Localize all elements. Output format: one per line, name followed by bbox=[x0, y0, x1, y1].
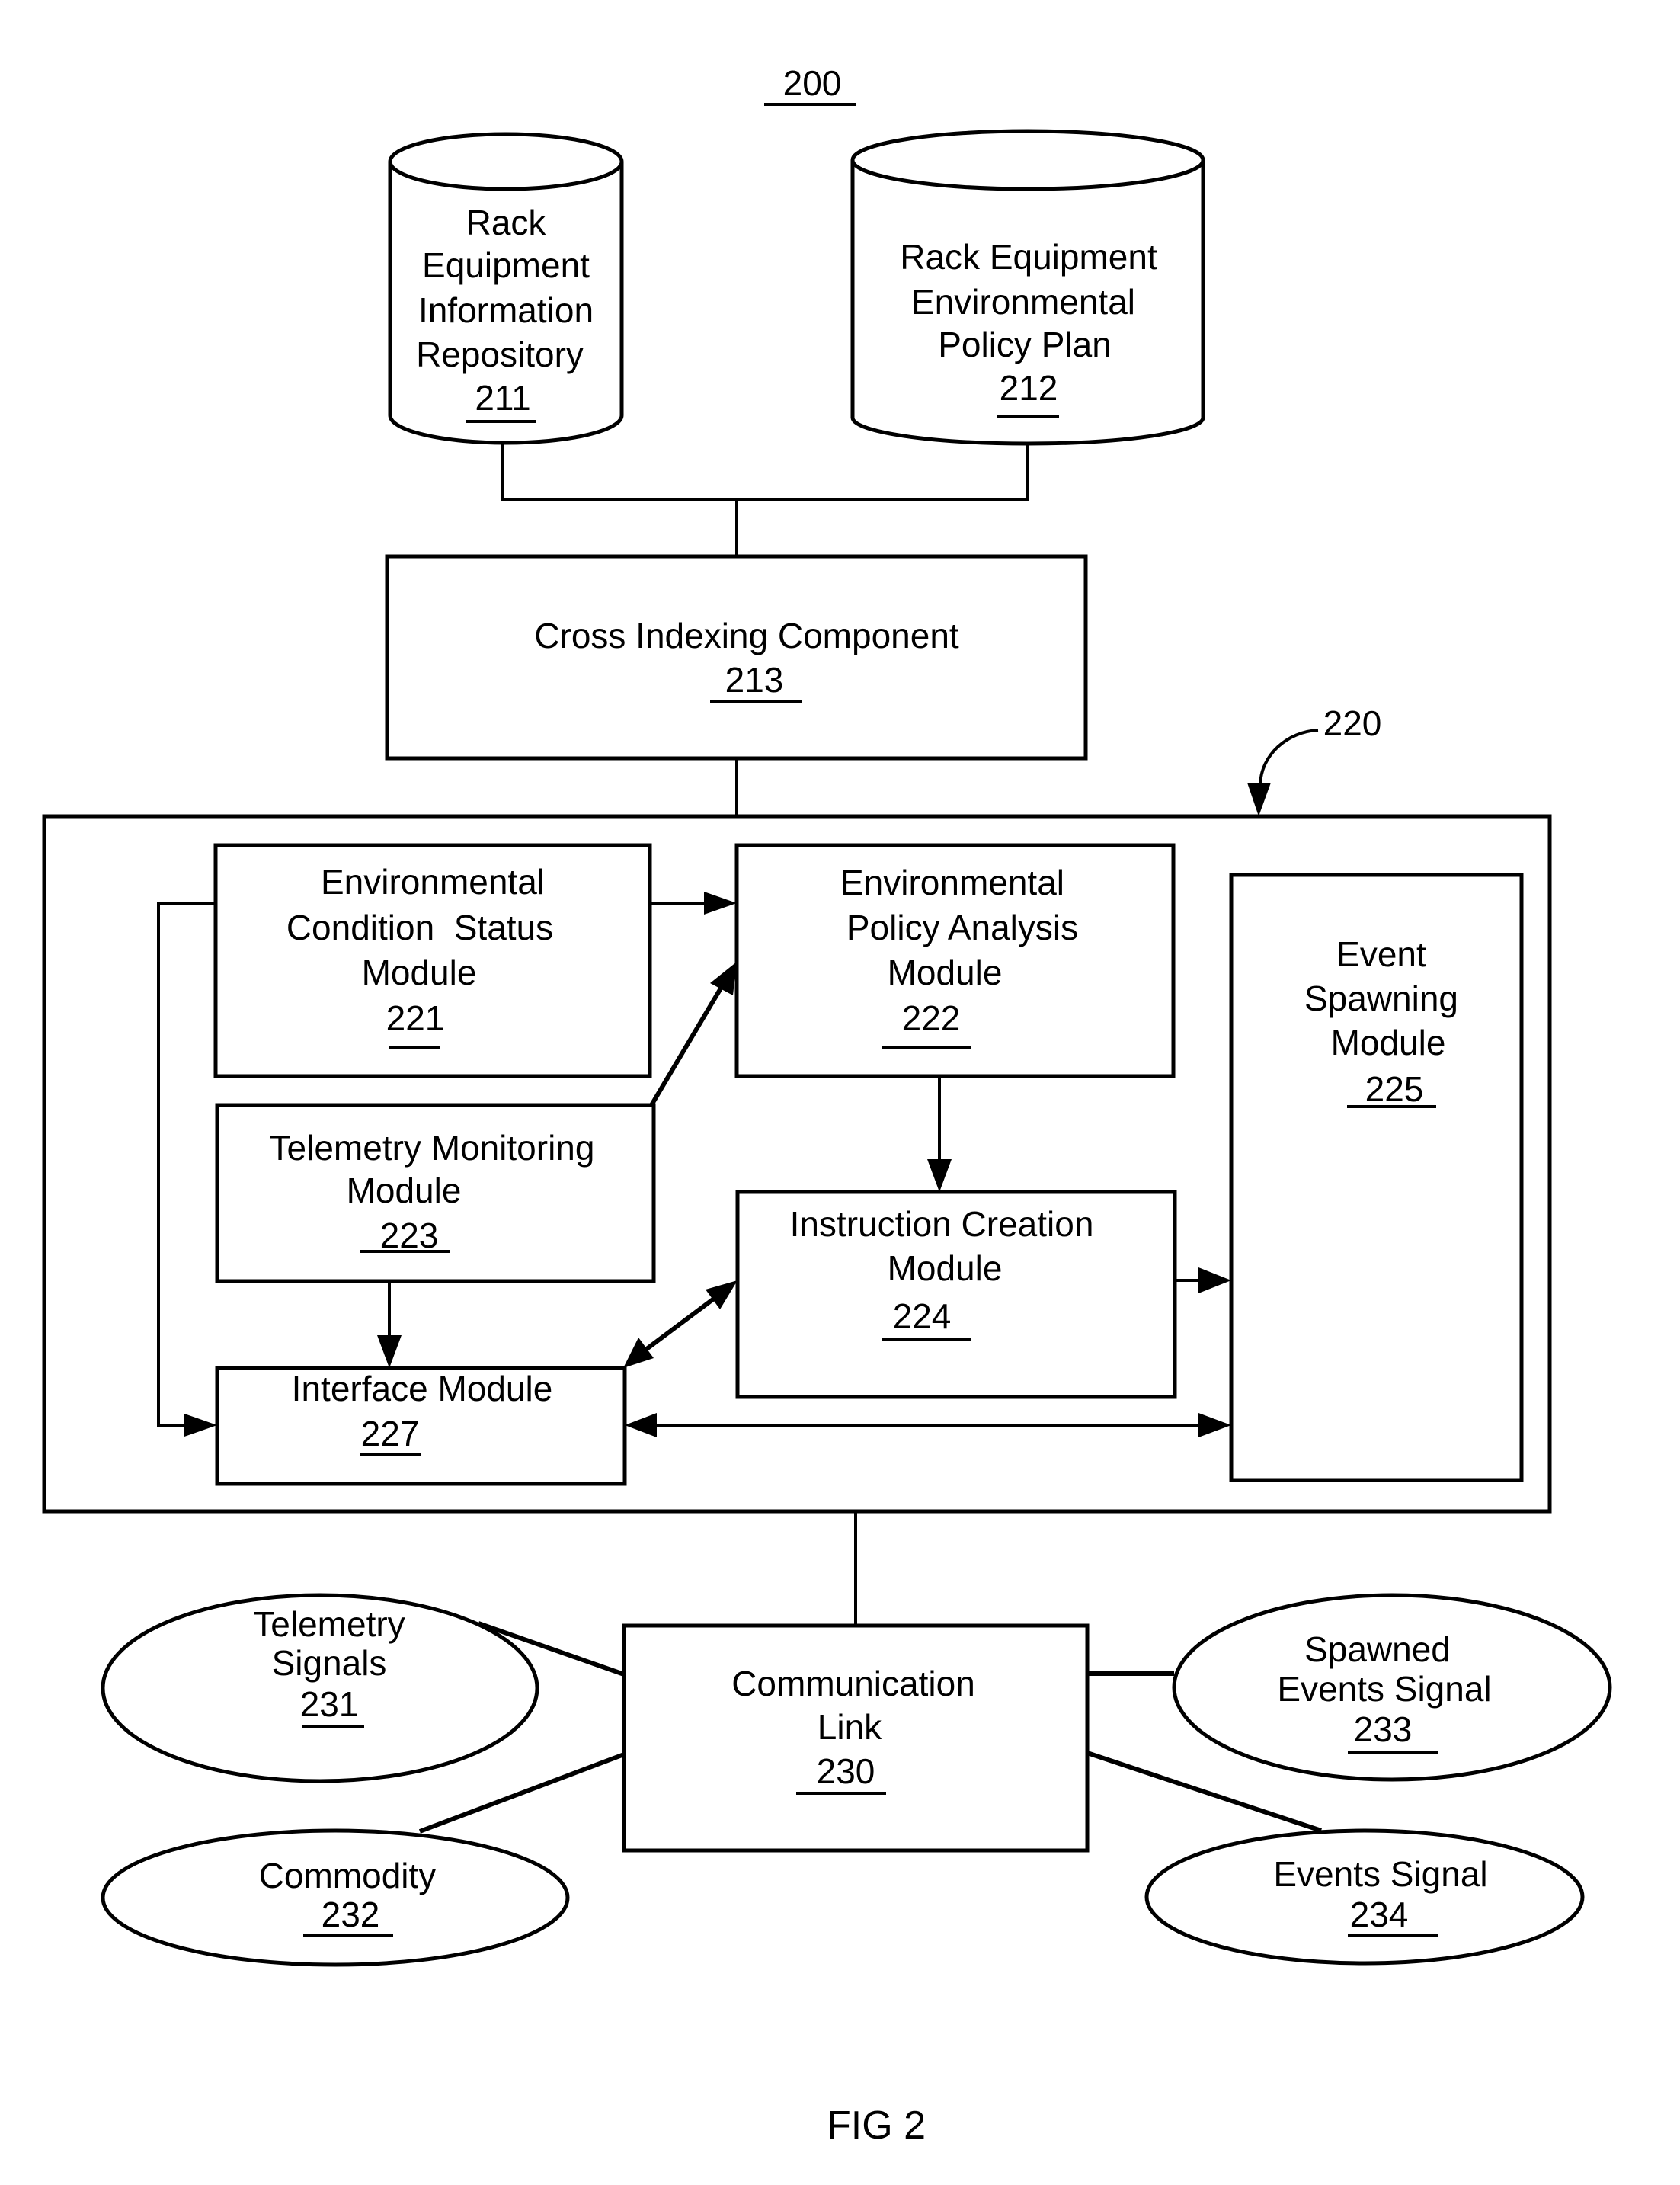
communication-link-label-line-1: Communication bbox=[731, 1664, 975, 1703]
condition-status-label-line-3: Module bbox=[362, 953, 477, 992]
telemetry-monitoring-module[interactable]: Telemetry Monitoring Module 223 bbox=[215, 1103, 656, 1283]
cylinder-top bbox=[850, 129, 1205, 191]
system-ref-arrowhead bbox=[1247, 783, 1271, 816]
events-signal[interactable]: Events Signal 234 bbox=[1144, 1828, 1585, 1966]
spawned-events-label-line-1: Spawned bbox=[1304, 1629, 1451, 1669]
communication-link-label-line-2: Link bbox=[818, 1707, 882, 1747]
repository-label-line-4: Repository bbox=[416, 335, 584, 374]
telemetry-monitoring-ref: 223 bbox=[380, 1216, 439, 1255]
condition-status-ref: 221 bbox=[386, 998, 445, 1038]
policy-analysis-label-line-2: Policy Analysis bbox=[846, 908, 1078, 947]
communication-link-ref: 230 bbox=[817, 1751, 875, 1791]
repository-ref: 211 bbox=[475, 378, 530, 418]
telemetry-signals-ref: 231 bbox=[300, 1684, 359, 1724]
commodity-connector bbox=[418, 1752, 626, 1834]
instruction-creation-label-line-2: Module bbox=[888, 1248, 1003, 1288]
telemetry-signals[interactable]: Telemetry Signals 231 bbox=[101, 1593, 539, 1783]
system-ref-leader bbox=[1259, 729, 1319, 786]
condition-status-label-line-1: Environmental bbox=[321, 862, 545, 902]
spawned-events-label-line-2: Events Signal bbox=[1277, 1669, 1491, 1709]
commodity-label: Commodity bbox=[259, 1856, 437, 1895]
spawned-events-signal[interactable]: Spawned Events Signal 233 bbox=[1172, 1593, 1612, 1782]
figure-caption: FIG 2 bbox=[827, 2103, 926, 2148]
commodity[interactable]: Commodity 232 bbox=[101, 1828, 570, 1967]
figure-ref-number: 200 bbox=[783, 63, 842, 103]
environmental-condition-status-module[interactable]: Environmental Condition Status Module 22… bbox=[213, 843, 652, 1078]
spawned-events-ref: 233 bbox=[1354, 1709, 1413, 1749]
telemetry-monitoring-label-line-1: Telemetry Monitoring bbox=[270, 1128, 595, 1168]
system-ref-number: 220 bbox=[1323, 703, 1382, 743]
policy-plan-label-line-2: Environmental bbox=[911, 282, 1135, 322]
cross-indexing-label: Cross Indexing Component bbox=[534, 616, 959, 655]
telemetry-signals-label-line-1: Telemetry bbox=[253, 1604, 405, 1644]
rack-equipment-environmental-policy-plan[interactable]: Rack Equipment Environmental Policy Plan… bbox=[850, 129, 1205, 446]
rack-equipment-information-repository[interactable]: Rack Equipment Information Repository 21… bbox=[388, 132, 624, 445]
event-spawning-label-line-3: Module bbox=[1331, 1023, 1446, 1062]
cross-indexing-box bbox=[385, 554, 1088, 761]
cylinders-join-line bbox=[501, 442, 1029, 501]
event-spawning-label-line-1: Event bbox=[1336, 934, 1426, 974]
repository-label-line-2: Equipment bbox=[422, 245, 590, 285]
policy-plan-label-line-3: Policy Plan bbox=[938, 325, 1112, 364]
policy-analysis-ref: 222 bbox=[902, 998, 961, 1038]
policy-analysis-label-line-1: Environmental bbox=[840, 863, 1064, 902]
environmental-policy-analysis-module[interactable]: Environmental Policy Analysis Module 222 bbox=[734, 843, 1176, 1078]
system-ref-220: 220 bbox=[1247, 703, 1381, 816]
interface-ref: 227 bbox=[361, 1414, 420, 1453]
event-spawning-ref: 225 bbox=[1365, 1069, 1424, 1109]
cross-indexing-ref: 213 bbox=[725, 660, 784, 700]
instruction-creation-module[interactable]: Instruction Creation Module 224 bbox=[735, 1190, 1177, 1399]
policy-plan-label-line-1: Rack Equipment bbox=[900, 237, 1157, 277]
telemetry-signals-label-line-2: Signals bbox=[272, 1643, 387, 1683]
commodity-ref: 232 bbox=[322, 1895, 380, 1934]
event-spawning-module[interactable]: Event Spawning Module 225 bbox=[1229, 873, 1524, 1482]
condition-status-label-line-2: Condition Status bbox=[286, 908, 553, 947]
policy-analysis-label-line-3: Module bbox=[888, 953, 1003, 992]
figure-ref-200: 200 bbox=[764, 63, 856, 106]
telemetry-monitoring-label-line-2: Module bbox=[347, 1171, 462, 1210]
repository-connector bbox=[501, 442, 1029, 557]
interface-module[interactable]: Interface Module 227 bbox=[215, 1366, 627, 1486]
interface-label: Interface Module bbox=[292, 1369, 553, 1408]
instruction-creation-label-line-1: Instruction Creation bbox=[790, 1204, 1094, 1244]
communication-link[interactable]: Communication Link 230 bbox=[622, 1623, 1090, 1853]
cylinder-top bbox=[388, 132, 624, 191]
event-spawning-label-line-2: Spawning bbox=[1304, 979, 1458, 1018]
system-block-diagram: 200 Rack Equipment Information Repositor… bbox=[42, 63, 1612, 2148]
policy-plan-ref: 212 bbox=[1000, 368, 1058, 408]
events-signal-label: Events Signal bbox=[1273, 1854, 1487, 1894]
repository-label-line-3: Information bbox=[418, 290, 594, 330]
cross-indexing-component[interactable]: Cross Indexing Component 213 bbox=[385, 554, 1088, 761]
events-signal-ref: 234 bbox=[1350, 1895, 1409, 1934]
repository-label-line-1: Rack bbox=[466, 203, 547, 242]
instruction-creation-ref: 224 bbox=[893, 1296, 952, 1336]
